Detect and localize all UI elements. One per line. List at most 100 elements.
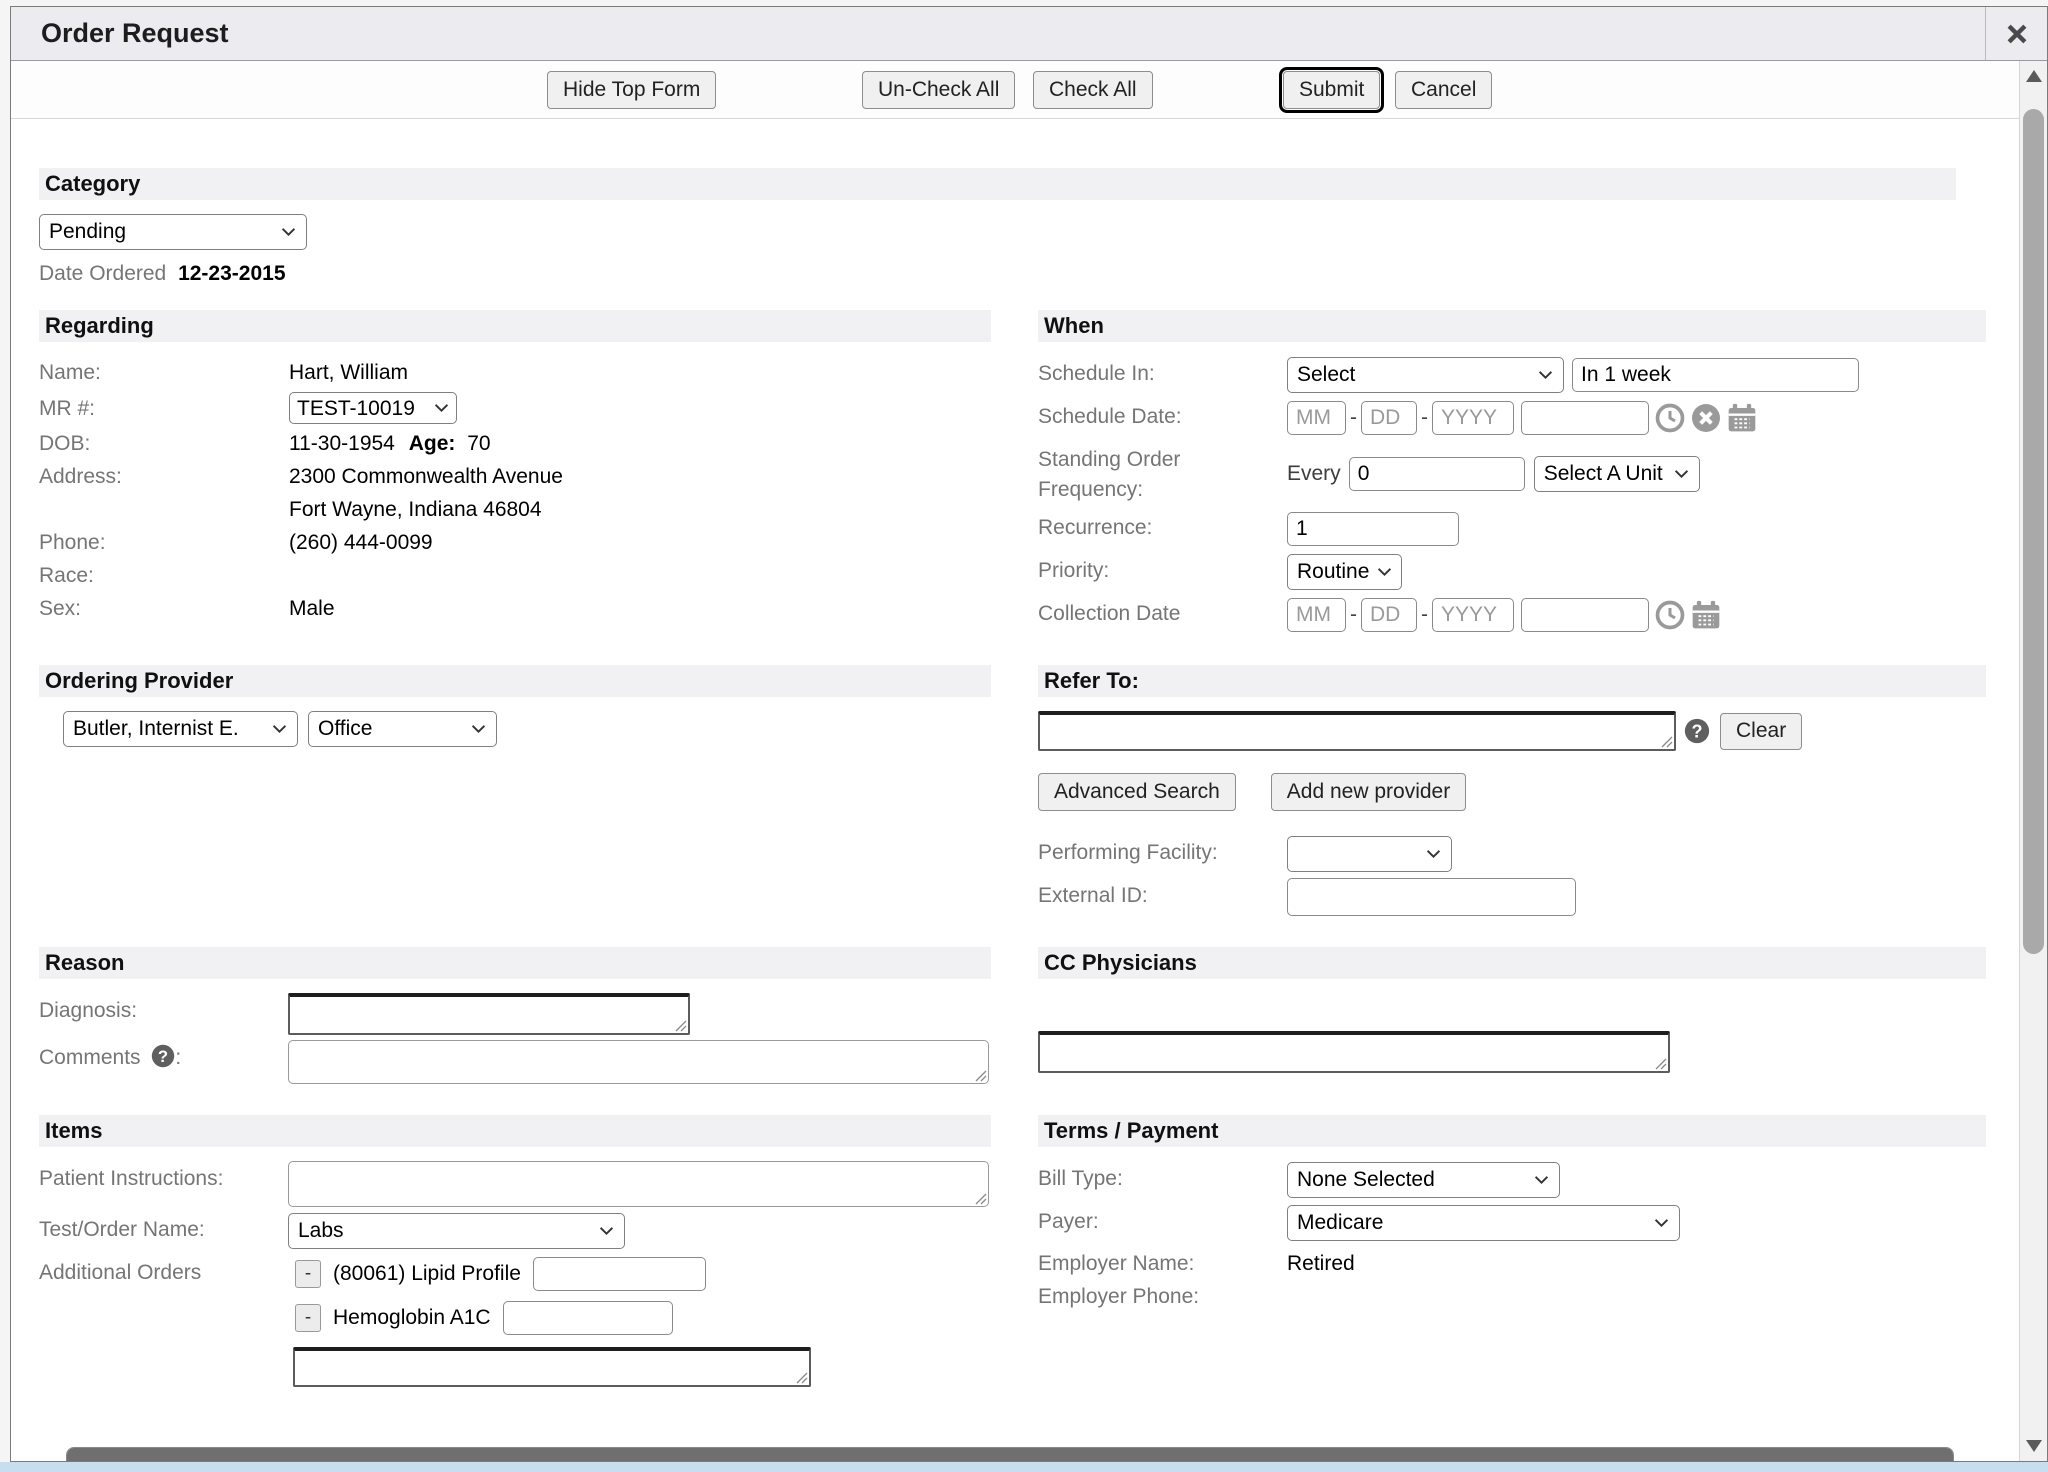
refer-to-section-header: Refer To: bbox=[1038, 665, 1986, 697]
bill-type-select[interactable]: None Selected bbox=[1287, 1162, 1560, 1198]
scroll-down-button[interactable] bbox=[2020, 1431, 2048, 1461]
collection-date-yyyy[interactable] bbox=[1432, 598, 1514, 632]
triangle-up-icon bbox=[2026, 70, 2042, 82]
comments-row: Comments : bbox=[39, 1040, 991, 1084]
order-request-dialog: Order Request Hide Top Form Un-Check All… bbox=[10, 6, 2048, 1462]
refer-to-section: Refer To: Clear Advanced Search Add new … bbox=[1038, 665, 1986, 921]
close-button[interactable] bbox=[1985, 7, 2047, 60]
chevron-down-icon bbox=[281, 227, 296, 237]
bill-type-row: Bill Type: None Selected bbox=[1038, 1161, 1986, 1199]
cc-physicians-section: CC Physicians bbox=[1038, 947, 1986, 1089]
cancel-button[interactable]: Cancel bbox=[1395, 71, 1492, 109]
delete-icon[interactable] bbox=[1909, 1461, 1931, 1462]
provider-location-select[interactable]: Office bbox=[308, 711, 497, 747]
add-new-provider-button[interactable]: Add new provider bbox=[1271, 773, 1466, 811]
standing-order-row: Standing Order Frequency: Every Select A… bbox=[1038, 442, 1986, 505]
submit-button[interactable]: Submit bbox=[1283, 71, 1380, 109]
chevron-down-icon bbox=[1674, 469, 1689, 479]
patient-sex: Male bbox=[289, 592, 335, 625]
schedule-in-select[interactable]: Select bbox=[1287, 357, 1564, 393]
clear-button[interactable]: Clear bbox=[1720, 713, 1802, 750]
chevron-down-icon bbox=[1654, 1218, 1669, 1228]
performing-facility-select[interactable] bbox=[1287, 836, 1452, 872]
chevron-down-icon bbox=[434, 403, 449, 413]
schedule-time-input[interactable] bbox=[1521, 401, 1649, 435]
schedule-date-yyyy[interactable] bbox=[1432, 401, 1514, 435]
ordering-provider-select[interactable]: Butler, Internist E. bbox=[63, 711, 298, 747]
order-qty-input[interactable] bbox=[503, 1301, 673, 1335]
edit-icon[interactable] bbox=[1862, 1461, 1884, 1462]
additional-order-row: - (80061) Lipid Profile bbox=[295, 1257, 811, 1291]
chevron-down-icon bbox=[1377, 567, 1392, 577]
address-row2: Fort Wayne, Indiana 46804 bbox=[39, 493, 991, 526]
patient-instructions-textarea[interactable] bbox=[288, 1161, 989, 1207]
advanced-search-button[interactable]: Advanced Search bbox=[1038, 773, 1236, 811]
comments-textarea[interactable] bbox=[288, 1040, 989, 1084]
collection-date-row: Collection Date - - bbox=[1038, 596, 1986, 634]
close-icon bbox=[2006, 23, 2028, 45]
when-section: When Schedule In: Select Schedule Date: … bbox=[1038, 310, 1986, 639]
payer-row: Payer: Medicare bbox=[1038, 1204, 1986, 1242]
page-behind-dialog bbox=[0, 1462, 2048, 1472]
mr-number-select[interactable]: TEST-10019 bbox=[289, 392, 457, 424]
remove-order-button[interactable]: - bbox=[295, 1260, 321, 1288]
cc-physicians-input[interactable] bbox=[1038, 1031, 1670, 1073]
items-section-header: Items bbox=[39, 1115, 991, 1147]
clock-icon[interactable] bbox=[1655, 403, 1685, 433]
dob-row: DOB: 11-30-1954 Age: 70 bbox=[39, 427, 991, 460]
refer-to-input[interactable] bbox=[1038, 711, 1676, 751]
clear-date-icon[interactable] bbox=[1691, 403, 1721, 433]
every-input[interactable] bbox=[1349, 457, 1525, 491]
external-id-row: External ID: bbox=[1038, 878, 1986, 916]
regarding-section-header: Regarding bbox=[39, 310, 991, 342]
remove-order-button[interactable]: - bbox=[295, 1304, 321, 1332]
when-section-header: When bbox=[1038, 310, 1986, 342]
chevron-down-icon bbox=[272, 724, 287, 734]
collection-date-dd[interactable] bbox=[1361, 598, 1417, 632]
test-order-select[interactable]: Labs bbox=[288, 1213, 625, 1249]
calendar-icon[interactable] bbox=[1691, 600, 1721, 630]
payer-select[interactable]: Medicare bbox=[1287, 1205, 1680, 1241]
chevron-down-icon bbox=[1426, 849, 1441, 859]
external-id-input[interactable] bbox=[1287, 878, 1576, 916]
clock-icon[interactable] bbox=[1655, 600, 1685, 630]
triangle-down-icon bbox=[2026, 1440, 2042, 1452]
order-qty-input[interactable] bbox=[533, 1257, 706, 1291]
ordering-provider-section-header: Ordering Provider bbox=[39, 665, 991, 697]
vertical-scrollbar[interactable] bbox=[2019, 61, 2047, 1461]
test-order-name-row: Test/Order Name: Labs bbox=[39, 1212, 991, 1250]
calendar-icon[interactable] bbox=[1727, 403, 1757, 433]
reason-section-header: Reason bbox=[39, 947, 991, 979]
reason-section: Reason Diagnosis: Comments : bbox=[39, 947, 991, 1089]
employer-phone-row: Employer Phone: bbox=[1038, 1280, 1986, 1313]
collection-date-mm[interactable] bbox=[1287, 598, 1346, 632]
dialog-toolbar: Hide Top Form Un-Check All Check All Sub… bbox=[11, 61, 2047, 119]
add-icon[interactable] bbox=[1815, 1461, 1837, 1462]
schedule-date-dd[interactable] bbox=[1361, 401, 1417, 435]
uncheck-all-button[interactable]: Un-Check All bbox=[862, 71, 1015, 109]
schedule-date-mm[interactable] bbox=[1287, 401, 1346, 435]
patient-phone: (260) 444-0099 bbox=[289, 526, 433, 559]
priority-select[interactable]: Routine bbox=[1287, 554, 1402, 590]
help-icon[interactable] bbox=[1684, 718, 1710, 744]
chevron-down-icon bbox=[1534, 1175, 1549, 1185]
unit-select[interactable]: Select A Unit bbox=[1534, 456, 1700, 492]
chevron-down-icon bbox=[599, 1226, 614, 1236]
collection-time-input[interactable] bbox=[1521, 598, 1649, 632]
help-icon[interactable] bbox=[151, 1044, 175, 1068]
scroll-up-button[interactable] bbox=[2020, 61, 2048, 91]
hide-top-form-button[interactable]: Hide Top Form bbox=[547, 71, 716, 109]
schedule-in-input[interactable] bbox=[1572, 358, 1859, 392]
dialog-title: Order Request bbox=[11, 18, 229, 49]
schedule-in-row: Schedule In: Select bbox=[1038, 356, 1986, 394]
patient-address-line2: Fort Wayne, Indiana 46804 bbox=[289, 493, 542, 526]
diagnosis-input[interactable] bbox=[288, 993, 690, 1035]
recurrence-input[interactable] bbox=[1287, 512, 1459, 546]
additional-orders-input[interactable] bbox=[293, 1347, 811, 1387]
check-all-button[interactable]: Check All bbox=[1033, 71, 1153, 109]
resize-grip-icon bbox=[1655, 1058, 1667, 1070]
phone-row: Phone: (260) 444-0099 bbox=[39, 526, 991, 559]
scrollbar-thumb[interactable] bbox=[2023, 109, 2044, 954]
priority-row: Priority: Routine bbox=[1038, 553, 1986, 591]
category-select[interactable]: Pending bbox=[39, 214, 307, 250]
